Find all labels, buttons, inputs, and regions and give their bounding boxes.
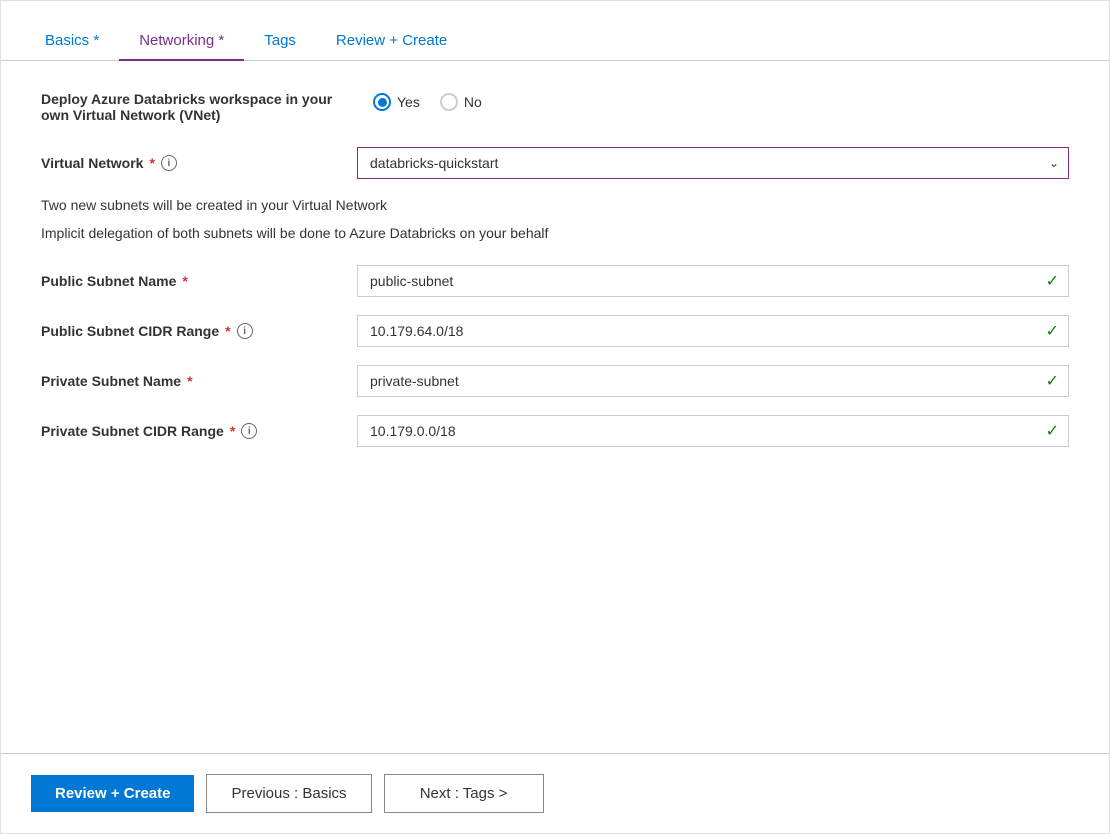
private-subnet-cidr-input[interactable] <box>357 415 1069 447</box>
private-subnet-cidr-info-icon[interactable]: i <box>241 423 257 439</box>
deploy-vnet-radio-group: Yes No <box>373 93 482 111</box>
tab-review-create[interactable]: Review + Create <box>316 22 467 61</box>
deploy-vnet-label: Deploy Azure Databricks workspace in you… <box>41 91 341 123</box>
private-subnet-name-input[interactable] <box>357 365 1069 397</box>
private-subnet-name-check-icon: ✓ <box>1046 371 1059 391</box>
public-subnet-cidr-input[interactable] <box>357 315 1069 347</box>
public-subnet-name-row: Public Subnet Name * ✓ <box>41 265 1069 297</box>
radio-yes-circle[interactable] <box>373 93 391 111</box>
virtual-network-input[interactable] <box>357 147 1069 179</box>
public-subnet-cidr-info-icon[interactable]: i <box>237 323 253 339</box>
private-subnet-cidr-check-icon: ✓ <box>1046 421 1059 441</box>
public-subnet-cidr-row: Public Subnet CIDR Range * i ✓ <box>41 315 1069 347</box>
radio-yes-inner <box>378 98 387 107</box>
private-subnet-name-label: Private Subnet Name * <box>41 373 341 389</box>
private-subnet-cidr-row: Private Subnet CIDR Range * i ✓ <box>41 415 1069 447</box>
virtual-network-dropdown-icon[interactable]: ⌄ <box>1049 156 1059 170</box>
private-subnet-cidr-required: * <box>230 423 235 439</box>
tab-bar: Basics * Networking * Tags Review + Crea… <box>1 1 1109 61</box>
private-subnet-name-row: Private Subnet Name * ✓ <box>41 365 1069 397</box>
tab-basics[interactable]: Basics * <box>25 22 119 61</box>
virtual-network-required: * <box>149 155 154 171</box>
private-subnet-name-required: * <box>187 373 192 389</box>
public-subnet-name-control: ✓ <box>357 265 1069 297</box>
virtual-network-control: ⌄ <box>357 147 1069 179</box>
public-subnet-cidr-control: ✓ <box>357 315 1069 347</box>
public-subnet-name-required: * <box>182 273 187 289</box>
next-tags-button[interactable]: Next : Tags > <box>384 774 544 813</box>
radio-yes-label: Yes <box>397 94 420 110</box>
radio-no[interactable]: No <box>440 93 482 111</box>
info-text-2: Implicit delegation of both subnets will… <box>41 225 1069 241</box>
virtual-network-row: Virtual Network * i ⌄ <box>41 147 1069 179</box>
public-subnet-cidr-required: * <box>225 323 230 339</box>
tab-networking[interactable]: Networking * <box>119 22 244 61</box>
public-subnet-cidr-check-icon: ✓ <box>1046 321 1059 341</box>
public-subnet-name-check-icon: ✓ <box>1046 271 1059 291</box>
tab-tags[interactable]: Tags <box>244 22 316 61</box>
radio-yes[interactable]: Yes <box>373 93 420 111</box>
private-subnet-cidr-control: ✓ <box>357 415 1069 447</box>
public-subnet-name-input[interactable] <box>357 265 1069 297</box>
radio-no-label: No <box>464 94 482 110</box>
previous-basics-button[interactable]: Previous : Basics <box>206 774 371 813</box>
footer: Review + Create Previous : Basics Next :… <box>1 753 1109 833</box>
private-subnet-name-control: ✓ <box>357 365 1069 397</box>
public-subnet-name-label: Public Subnet Name * <box>41 273 341 289</box>
main-content: Deploy Azure Databricks workspace in you… <box>1 61 1109 753</box>
virtual-network-label: Virtual Network * i <box>41 155 341 171</box>
virtual-network-info-icon[interactable]: i <box>161 155 177 171</box>
radio-no-circle[interactable] <box>440 93 458 111</box>
info-text-1: Two new subnets will be created in your … <box>41 197 1069 213</box>
public-subnet-cidr-label: Public Subnet CIDR Range * i <box>41 323 341 339</box>
review-create-button[interactable]: Review + Create <box>31 775 194 812</box>
private-subnet-cidr-label: Private Subnet CIDR Range * i <box>41 423 341 439</box>
deploy-vnet-row: Deploy Azure Databricks workspace in you… <box>41 91 1069 123</box>
